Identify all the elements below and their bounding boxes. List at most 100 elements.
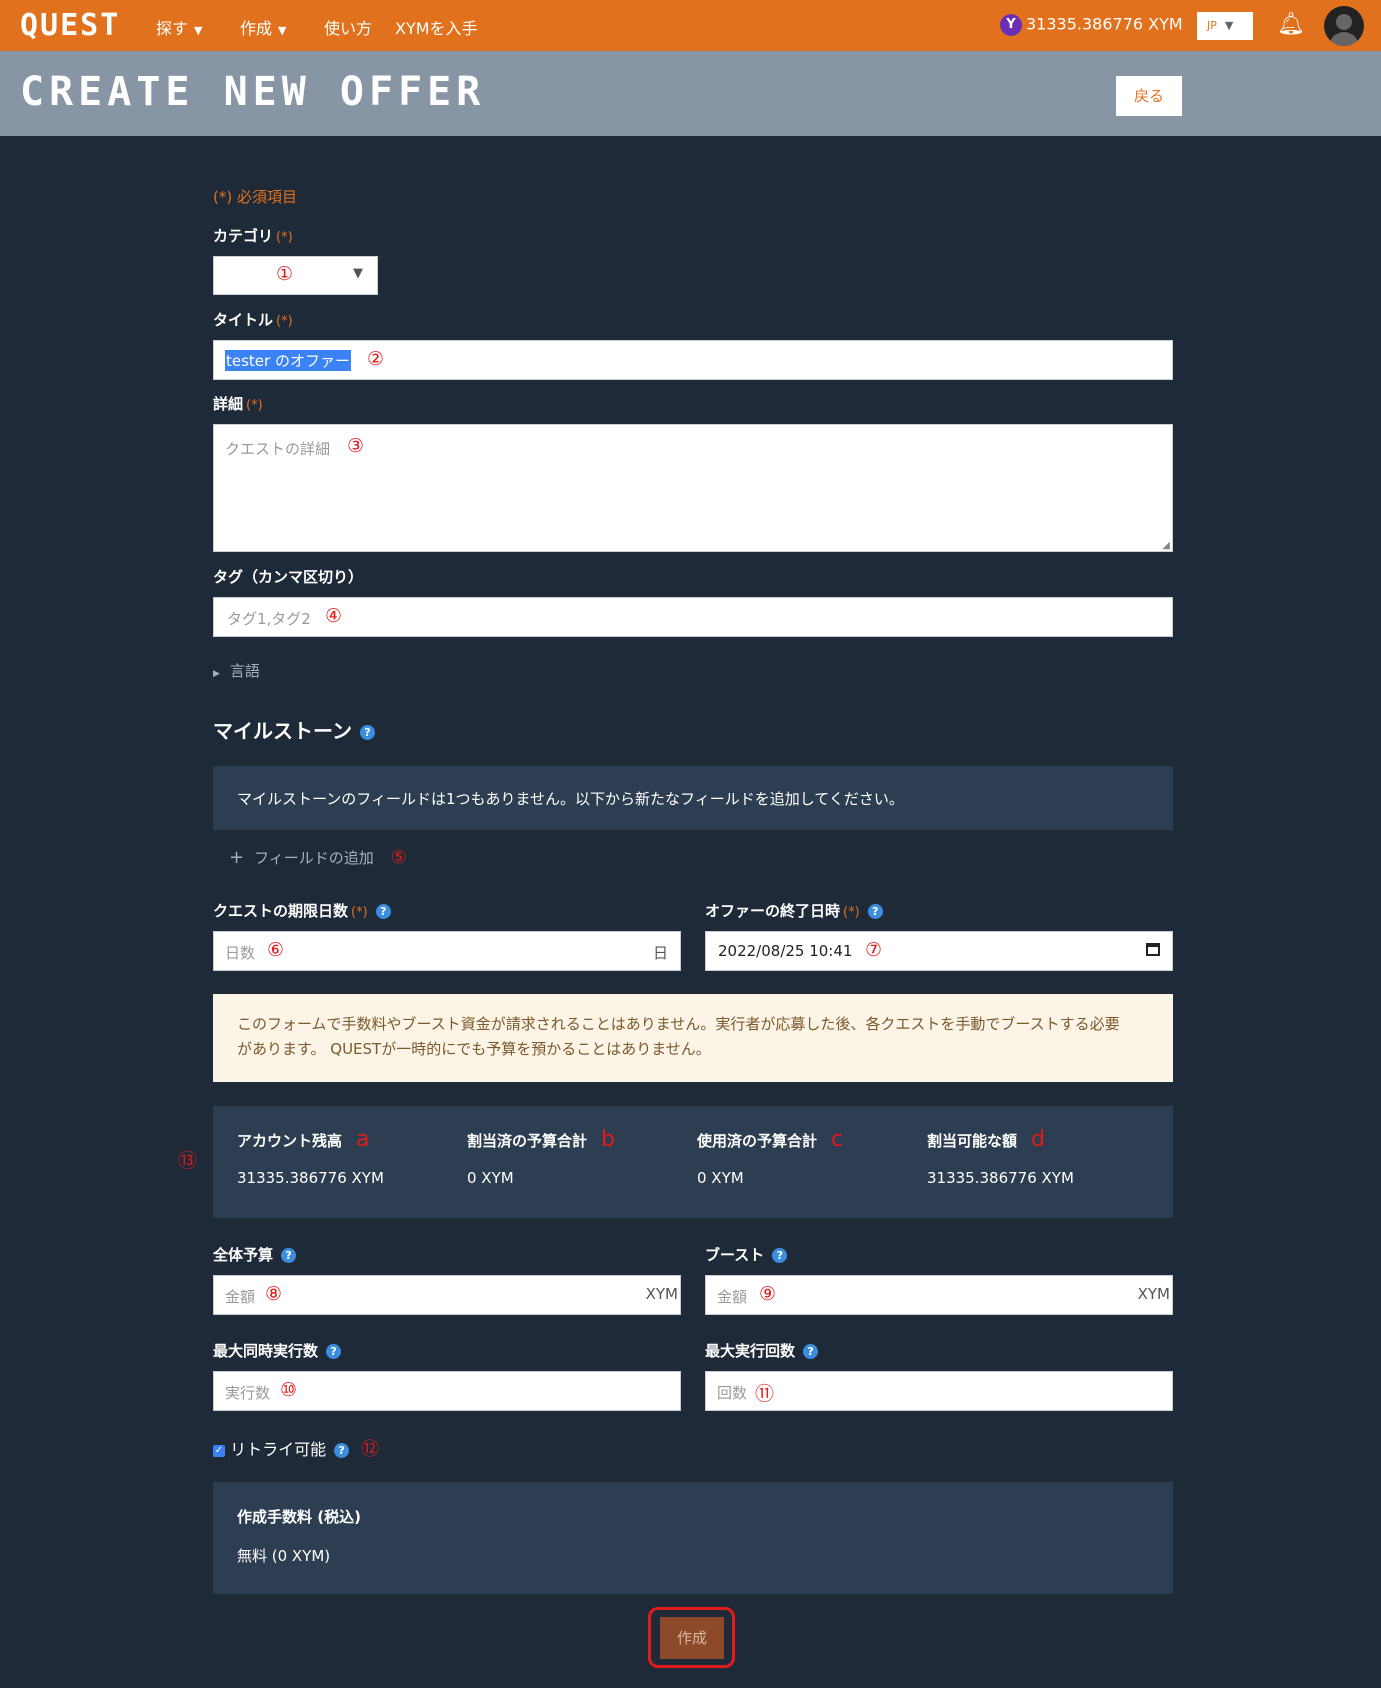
quest-days-input[interactable]: 日数 ⑥ 日: [213, 931, 681, 971]
max-concurrent-input[interactable]: 実行数 ⑩: [213, 1371, 681, 1411]
nav-get-xym-link[interactable]: XYMを入手: [395, 15, 478, 39]
max-concurrent-label: 最大同時実行数?: [213, 1340, 342, 1361]
required-mark: (*): [843, 905, 860, 920]
milestone-heading: マイルストーン?: [213, 715, 375, 744]
tags-placeholder: タグ1,タグ2: [227, 610, 311, 628]
used-budget-label-text: 使用済の予算合計: [697, 1132, 818, 1150]
account-balance-value: 31335.386776 XYM: [237, 1169, 384, 1187]
allocated-budget-value: 0 XYM: [467, 1169, 514, 1187]
available-amount-label: 割当可能な額 d: [927, 1127, 1045, 1152]
annotation-marker: ⑤: [390, 847, 407, 868]
available-amount-label-text: 割当可能な額: [927, 1132, 1018, 1150]
help-icon[interactable]: ?: [334, 1443, 350, 1458]
fee-notice: このフォームで手数料やブースト資金が請求されることはありません。実行者が応募した…: [213, 994, 1173, 1082]
add-field-button[interactable]: + フィールドの追加 ⑤: [229, 847, 407, 868]
total-budget-placeholder: 金額: [225, 1288, 256, 1306]
detail-placeholder: クエストの詳細: [225, 440, 331, 458]
annotation-marker: ⑫: [361, 1439, 380, 1460]
annotation-marker: ⑩: [280, 1379, 298, 1401]
detail-label: 詳細 (*): [213, 393, 263, 414]
annotation-marker: ⑬: [178, 1150, 198, 1172]
nav-howto-link[interactable]: 使い方: [324, 15, 372, 39]
help-icon[interactable]: ?: [772, 1248, 788, 1263]
create-button[interactable]: 作成: [660, 1617, 724, 1659]
tags-label: タグ（カンマ区切り）: [213, 568, 364, 586]
nav-create-label: 作成: [240, 19, 273, 38]
nav-search-menu[interactable]: 探す ▼: [156, 15, 202, 39]
boost-label-text: ブースト: [705, 1246, 765, 1264]
required-mark: (*): [276, 314, 293, 329]
help-icon[interactable]: ?: [360, 725, 375, 740]
language-select[interactable]: JP ▼: [1197, 12, 1253, 40]
end-date-label: オファーの終了日時 (*)?: [705, 900, 883, 921]
user-avatar[interactable]: [1324, 6, 1364, 46]
end-date-input[interactable]: 2022/08/25 10:41 ⑦: [705, 931, 1173, 971]
milestone-empty-panel: マイルストーンのフィールドは1つもありません。以下から新たなフィールドを追加して…: [213, 766, 1173, 830]
max-runs-input[interactable]: 回数 ⑪: [705, 1371, 1173, 1411]
end-date-value: 2022/08/25 10:41: [718, 942, 853, 960]
milestone-empty-message: マイルストーンのフィールドは1つもありません。以下から新たなフィールドを追加して…: [237, 790, 904, 808]
boost-input[interactable]: 金額 ⑨ XYM: [705, 1275, 1173, 1315]
used-budget-value: 0 XYM: [697, 1169, 744, 1187]
max-concurrent-label-text: 最大同時実行数: [213, 1342, 319, 1360]
chevron-down-icon: ▼: [278, 24, 287, 37]
title-label-text: タイトル: [213, 311, 274, 329]
required-mark: (*): [246, 398, 263, 413]
allocated-budget-label: 割当済の予算合計 b: [467, 1127, 615, 1152]
annotation-marker: ⑥: [267, 939, 285, 961]
max-runs-label: 最大実行回数?: [705, 1340, 819, 1361]
help-icon[interactable]: ?: [803, 1344, 819, 1359]
total-budget-input[interactable]: 金額 ⑧ XYM: [213, 1275, 681, 1315]
quest-logo[interactable]: QUEST: [20, 8, 120, 43]
nav-create-menu[interactable]: 作成 ▼: [240, 15, 286, 39]
tags-input[interactable]: タグ1,タグ2 ④: [213, 597, 1173, 637]
help-icon[interactable]: ?: [326, 1344, 342, 1359]
category-select[interactable]: ① ▼: [213, 256, 378, 295]
category-label-text: カテゴリ: [213, 227, 274, 245]
fee-value: 無料 (0 XYM): [237, 1547, 331, 1565]
annotation-letter: a: [356, 1127, 370, 1152]
language-toggle[interactable]: ▶ 言語: [213, 660, 260, 681]
nav-search-label: 探す: [156, 19, 189, 38]
required-mark: (*): [351, 905, 368, 920]
avatar-head-shape: [1336, 14, 1352, 30]
wallet-balance: Y 31335.386776 XYM: [1000, 14, 1183, 36]
annotation-marker: ④: [325, 605, 343, 627]
annotation-marker: ②: [367, 348, 385, 370]
max-runs-label-text: 最大実行回数: [705, 1342, 796, 1360]
notification-bell-icon[interactable]: 🔔︎: [1277, 12, 1305, 37]
total-budget-label-text: 全体予算: [213, 1246, 274, 1264]
language-value: JP: [1207, 19, 1217, 32]
retry-checkbox[interactable]: ✓: [213, 1444, 225, 1457]
page-header: CREATE NEW OFFER 戻る: [0, 51, 1381, 136]
resize-handle-icon[interactable]: ◢: [1162, 540, 1170, 551]
title-label: タイトル (*): [213, 309, 293, 330]
chevron-down-icon: ▼: [194, 24, 203, 37]
retry-label: リトライ可能: [230, 1440, 327, 1459]
max-concurrent-placeholder: 実行数: [225, 1384, 271, 1402]
help-icon[interactable]: ?: [281, 1248, 297, 1263]
account-balance-label-text: アカウント残高: [237, 1132, 343, 1150]
detail-textarea[interactable]: クエストの詳細 ③ ◢: [213, 424, 1173, 552]
account-balance-label: アカウント残高 a: [237, 1127, 370, 1152]
category-label: カテゴリ (*): [213, 225, 293, 246]
quest-days-placeholder: 日数: [225, 944, 256, 962]
wallet-balance-value: 31335.386776 XYM: [1026, 14, 1183, 34]
title-input[interactable]: tester のオファー ②: [213, 340, 1173, 380]
annotation-marker: ⑧: [265, 1283, 283, 1305]
calendar-icon[interactable]: [1146, 943, 1160, 956]
help-icon[interactable]: ?: [867, 904, 883, 919]
annotation-marker: ⑨: [759, 1283, 777, 1305]
plus-icon: +: [229, 847, 245, 868]
annotation-letter: b: [601, 1127, 615, 1152]
quest-days-suffix: 日: [652, 944, 668, 962]
help-icon[interactable]: ?: [375, 904, 391, 919]
boost-suffix: XYM: [1137, 1285, 1170, 1303]
back-button[interactable]: 戻る: [1116, 76, 1182, 116]
annotation-marker: ③: [347, 435, 365, 457]
used-budget-label: 使用済の予算合計 c: [697, 1127, 843, 1152]
retry-option: ✓ リトライ可能? ⑫: [213, 1435, 379, 1461]
avatar-body-shape: [1329, 32, 1359, 46]
total-budget-suffix: XYM: [645, 1285, 678, 1303]
annotation-letter: d: [1031, 1127, 1045, 1152]
